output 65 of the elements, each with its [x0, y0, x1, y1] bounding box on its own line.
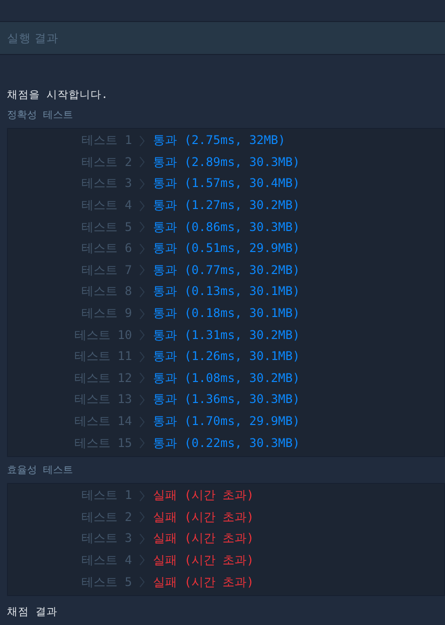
panel-title: 실행 결과 — [7, 30, 59, 46]
test-label: 테스트 13 — [73, 391, 132, 408]
test-label: 테스트 3 — [80, 530, 132, 548]
section-title: 정확성 테스트 — [7, 109, 74, 123]
section-title: 채점 결과 — [7, 606, 58, 619]
test-label: 테스트 6 — [80, 240, 132, 258]
test-result: 통과 (0.86ms, 30.3MB) — [153, 218, 300, 236]
test-result: 통과 (0.13ms, 30.1MB) — [153, 283, 300, 300]
test-result: 통과 (2.75ms, 32MB) — [153, 132, 286, 150]
chevron-icon — [139, 264, 145, 276]
chevron-icon — [139, 372, 145, 384]
chevron-icon — [139, 221, 145, 234]
test-result: 통과 (0.51ms, 29.9MB) — [153, 240, 300, 258]
test-label: 테스트 2 — [80, 508, 132, 526]
chevron-icon — [139, 200, 145, 212]
console-message: 채점을 시작합니다. — [7, 88, 109, 102]
test-result: 통과 (1.27ms, 30.2MB) — [153, 197, 300, 214]
chevron-icon — [139, 554, 145, 566]
test-result: 통과 (1.08ms, 30.2MB) — [153, 370, 300, 387]
test-result: 실패 (시간 초과) — [153, 530, 254, 548]
chevron-icon — [139, 576, 145, 588]
test-label: 테스트 7 — [80, 262, 132, 279]
test-result: 실패 (시간 초과) — [153, 574, 254, 591]
chevron-icon — [139, 394, 145, 406]
chevron-icon — [139, 329, 145, 342]
test-result: 통과 (0.22ms, 30.3MB) — [153, 434, 300, 452]
test-result: 실패 (시간 초과) — [153, 552, 254, 569]
test-label: 테스트 1 — [80, 132, 132, 150]
test-result: 통과 (2.89ms, 30.3MB) — [153, 154, 300, 171]
chevron-icon — [139, 532, 145, 545]
test-result: 통과 (1.70ms, 29.9MB) — [153, 413, 300, 430]
test-label: 테스트 10 — [73, 326, 132, 344]
test-result: 통과 (1.57ms, 30.4MB) — [153, 175, 300, 192]
test-label: 테스트 4 — [80, 552, 132, 569]
chevron-icon — [139, 490, 145, 502]
test-result: 통과 (1.36ms, 30.3MB) — [153, 391, 300, 408]
test-label: 테스트 4 — [80, 197, 132, 214]
test-result: 통과 (1.31ms, 30.2MB) — [153, 326, 300, 344]
chevron-icon — [139, 134, 145, 147]
test-label: 테스트 12 — [73, 370, 132, 387]
chevron-icon — [139, 350, 145, 363]
test-result: 실패 (시간 초과) — [153, 487, 254, 504]
chevron-icon — [139, 178, 145, 190]
test-result: 통과 (0.18ms, 30.1MB) — [153, 305, 300, 322]
section-title: 효율성 테스트 — [7, 464, 74, 478]
chevron-icon — [139, 416, 145, 428]
test-label: 테스트 3 — [80, 175, 132, 192]
test-label: 테스트 15 — [73, 434, 132, 452]
chevron-icon — [139, 286, 145, 298]
test-label: 테스트 1 — [80, 487, 132, 504]
test-result: 실패 (시간 초과) — [153, 508, 254, 526]
test-label: 테스트 11 — [73, 348, 132, 366]
test-label: 테스트 2 — [80, 154, 132, 171]
test-result: 통과 (0.77ms, 30.2MB) — [153, 262, 300, 279]
chevron-icon — [139, 437, 145, 450]
test-label: 테스트 5 — [80, 218, 132, 236]
test-label: 테스트 5 — [80, 574, 132, 591]
test-label: 테스트 14 — [73, 413, 132, 430]
chevron-icon — [139, 511, 145, 524]
chevron-icon — [139, 242, 145, 255]
test-label: 테스트 8 — [80, 283, 132, 300]
chevron-icon — [139, 156, 145, 168]
test-result: 통과 (1.26ms, 30.1MB) — [153, 348, 300, 366]
test-label: 테스트 9 — [80, 305, 132, 322]
chevron-icon — [139, 308, 145, 320]
